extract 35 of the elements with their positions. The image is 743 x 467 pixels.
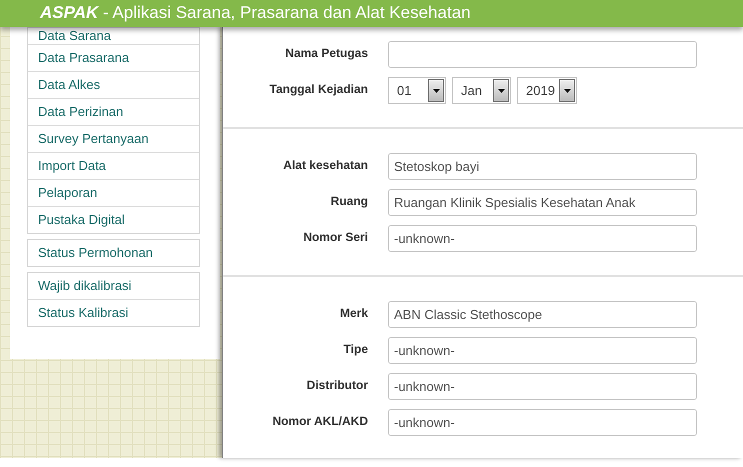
- sidebar-item[interactable]: Data Perizinan: [28, 98, 199, 125]
- caret-icon: [498, 88, 504, 92]
- dropdown[interactable]: 2019: [517, 77, 577, 104]
- text-field[interactable]: [388, 41, 697, 68]
- field-label: Alat kesehatan: [282, 157, 368, 172]
- field-label: Tanggal Kejadian: [268, 81, 368, 96]
- sidebar-item[interactable]: Wajib dikalibrasi: [28, 273, 199, 299]
- dropdown[interactable]: Jan: [452, 77, 511, 104]
- caret-icon: [564, 88, 570, 92]
- sidebar-item[interactable]: Data Sarana: [28, 28, 199, 44]
- text-field[interactable]: Stetoskop bayi: [388, 153, 697, 180]
- sidebar-item[interactable]: Status Permohonan: [28, 240, 199, 266]
- text-field[interactable]: Ruangan Klinik Spesialis Kesehatan Anak: [388, 189, 697, 216]
- text-field[interactable]: -unknown-: [388, 225, 697, 252]
- sidebar-item[interactable]: Pelaporan: [28, 179, 199, 206]
- field-label: Distributor: [306, 377, 368, 392]
- text-field[interactable]: -unknown-: [388, 409, 697, 436]
- app-title: ASPAK - Aplikasi Sarana, Prasarana dan Alat Kesehatan: [40, 3, 471, 22]
- field-label: Nomor Seri: [302, 229, 368, 244]
- sidebar-item[interactable]: Status Kalibrasi: [28, 299, 199, 326]
- caret-icon: [432, 88, 440, 92]
- field-label: Nomor AKL/AKD: [271, 413, 368, 428]
- text-field[interactable]: -unknown-: [388, 337, 697, 364]
- dropdown[interactable]: 01: [388, 77, 446, 104]
- field-label: Tipe: [342, 341, 368, 356]
- sidebar-item[interactable]: Pustaka Digital: [28, 206, 199, 233]
- sidebar-item[interactable]: Data Prasarana: [28, 44, 199, 71]
- text-field[interactable]: ABN Classic Stethoscope: [388, 301, 697, 328]
- field-label: Ruang: [330, 193, 368, 208]
- sidebar-item[interactable]: Data Alkes: [28, 71, 199, 98]
- sidebar-item[interactable]: Survey Pertanyaan: [28, 125, 199, 152]
- sidebar-item[interactable]: Import Data: [28, 152, 199, 179]
- field-label: Merk: [338, 305, 368, 320]
- text-field[interactable]: -unknown-: [388, 373, 697, 400]
- field-label: Nama Petugas: [284, 45, 368, 60]
